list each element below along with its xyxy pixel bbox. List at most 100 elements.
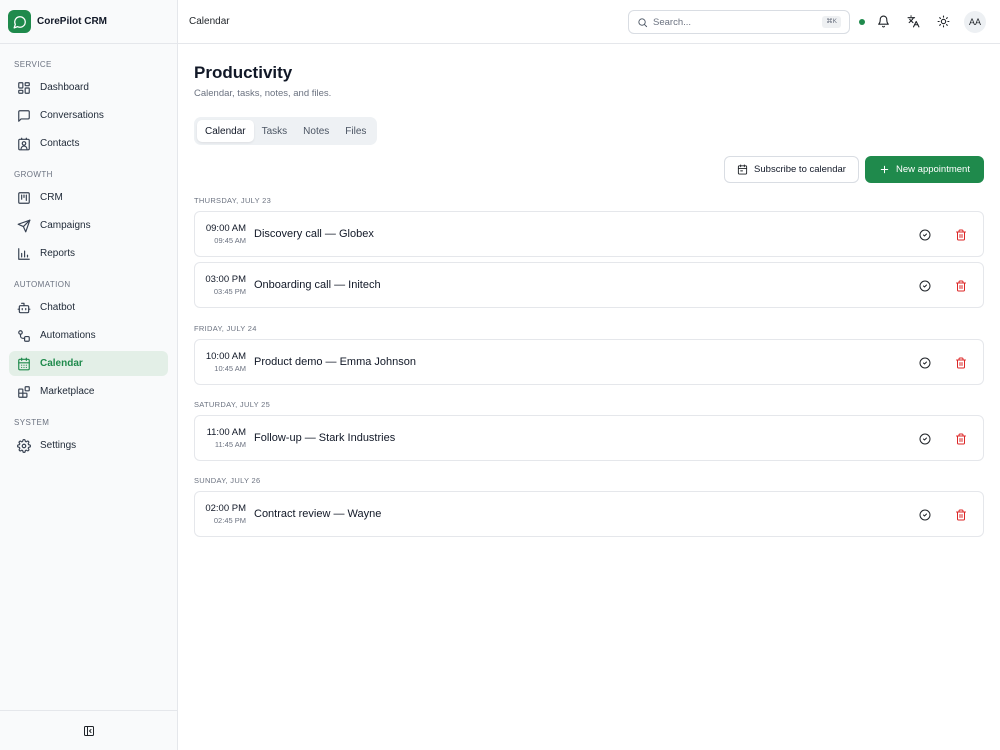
workflow-icon: [18, 329, 30, 342]
sidebar-item-reports[interactable]: Reports: [9, 241, 168, 266]
appointment-row[interactable]: 02:00 PM 02:45 PM Contract review — Wayn…: [194, 491, 984, 537]
sidebar-item-label: Chatbot: [40, 302, 76, 313]
search-shortcut-badge: ⌘K: [822, 16, 841, 28]
tab-calendar[interactable]: Calendar: [197, 120, 254, 142]
app-name: CorePilot CRM: [37, 16, 107, 27]
appointment-end-time: 02:45 PM: [213, 516, 246, 525]
avatar[interactable]: AA: [964, 11, 986, 33]
page-subtitle: Calendar, tasks, notes, and files.: [194, 88, 332, 99]
trash-icon[interactable]: [955, 280, 967, 292]
translate-icon[interactable]: [907, 15, 920, 28]
brand-logo-icon: [8, 10, 31, 33]
subscribe-calendar-button[interactable]: Subscribe to calendar: [724, 156, 859, 183]
appointment-row[interactable]: 03:00 PM 03:45 PM Onboarding call — Init…: [194, 262, 984, 308]
section-label-growth: GROWTH: [14, 170, 53, 179]
section-label-automation: AUTOMATION: [14, 280, 71, 289]
sidebar-item-label: Settings: [40, 440, 77, 451]
sidebar-footer: [0, 710, 178, 750]
sidebar-item-label: Dashboard: [40, 82, 89, 93]
contact-card-icon: [18, 137, 30, 150]
appointment-end-time: 11:45 AM: [214, 440, 246, 449]
sidebar-item-contacts[interactable]: Contacts: [9, 131, 168, 156]
send-icon: [17, 219, 31, 232]
mark-complete-icon[interactable]: [919, 357, 931, 369]
appointment-title: Contract review — Wayne: [254, 508, 382, 520]
sidebar-item-automations[interactable]: Automations: [9, 323, 168, 348]
appointment-row[interactable]: 11:00 AM 11:45 AM Follow-up — Stark Indu…: [194, 415, 984, 461]
tab-tasks[interactable]: Tasks: [254, 120, 296, 142]
trash-icon[interactable]: [955, 433, 967, 445]
trash-icon[interactable]: [955, 229, 967, 241]
day-label: SATURDAY, JULY 25: [194, 400, 271, 409]
sidebar-item-marketplace[interactable]: Marketplace: [9, 379, 168, 404]
appointment-title: Follow-up — Stark Industries: [254, 432, 396, 444]
sidebar-item-dashboard[interactable]: Dashboard: [9, 75, 168, 100]
status-online-indicator: [859, 19, 865, 25]
calendar-icon: [737, 164, 748, 175]
sidebar-item-label: Conversations: [40, 110, 104, 121]
appointment-end-time: 10:45 AM: [214, 364, 246, 373]
mark-complete-icon[interactable]: [919, 433, 931, 445]
search-input[interactable]: [653, 16, 803, 28]
sun-icon[interactable]: [937, 15, 950, 28]
day-label: SUNDAY, JULY 26: [194, 476, 261, 485]
sidebar-item-conversations[interactable]: Conversations: [9, 103, 168, 128]
mark-complete-icon[interactable]: [919, 509, 931, 521]
appointment-time: 03:00 PM 03:45 PM: [204, 274, 246, 296]
subscribe-calendar-label: Subscribe to calendar: [754, 164, 846, 175]
appointment-row[interactable]: 10:00 AM 10:45 AM Product demo — Emma Jo…: [194, 339, 984, 385]
appointment-start-time: 03:00 PM: [205, 274, 246, 285]
sidebar-item-settings[interactable]: Settings: [9, 433, 168, 458]
appointment-start-time: 02:00 PM: [205, 503, 246, 514]
trash-icon[interactable]: [955, 357, 967, 369]
tab-list: Calendar Tasks Notes Files: [194, 117, 378, 145]
trash-icon[interactable]: [955, 509, 967, 521]
bot-icon: [17, 302, 31, 313]
appointment-start-time: 10:00 AM: [205, 351, 246, 362]
breadcrumb: Calendar: [189, 16, 230, 27]
brand[interactable]: CorePilot CRM: [0, 0, 177, 44]
new-appointment-label: New appointment: [896, 164, 970, 175]
sidebar-item-label: Automations: [40, 330, 96, 341]
appointment-title: Onboarding call — Initech: [254, 279, 381, 291]
topbar: Calendar ⌘K AA: [178, 0, 1000, 44]
calendar-icon: [18, 357, 30, 370]
sidebar-item-label: Contacts: [40, 138, 80, 149]
search-box[interactable]: ⌘K: [628, 10, 850, 34]
collapse-sidebar-icon[interactable]: [83, 725, 95, 737]
appointment-title: Product demo — Emma Johnson: [254, 356, 417, 368]
tab-files[interactable]: Files: [337, 120, 374, 142]
appointment-end-time: 03:45 PM: [213, 287, 246, 296]
sidebar-item-calendar[interactable]: Calendar: [9, 351, 168, 376]
appointment-start-time: 09:00 AM: [205, 223, 246, 234]
appointment-row[interactable]: 09:00 AM 09:45 AM Discovery call — Globe…: [194, 211, 984, 257]
section-label-system: SYSTEM: [14, 418, 50, 427]
mark-complete-icon[interactable]: [919, 280, 931, 292]
page-title: Productivity: [194, 63, 293, 82]
gear-icon: [17, 438, 31, 453]
sidebar-item-label: Calendar: [40, 358, 83, 369]
section-label-service: SERVICE: [14, 60, 52, 69]
sidebar: CorePilot CRM SERVICE Dashboard Conversa…: [0, 0, 178, 750]
sidebar-item-campaigns[interactable]: Campaigns: [9, 213, 168, 238]
mark-complete-icon[interactable]: [919, 229, 931, 241]
sidebar-item-label: CRM: [40, 192, 63, 203]
chat-icon: [18, 109, 30, 122]
bar-chart-icon: [18, 247, 30, 260]
bell-icon[interactable]: [877, 15, 890, 28]
sidebar-item-chatbot[interactable]: Chatbot: [9, 295, 168, 320]
appointment-time: 10:00 AM 10:45 AM: [204, 351, 246, 373]
sidebar-item-label: Campaigns: [40, 220, 91, 231]
appointment-time: 09:00 AM 09:45 AM: [204, 223, 246, 245]
sidebar-item-label: Marketplace: [40, 386, 95, 397]
new-appointment-button[interactable]: New appointment: [865, 156, 984, 183]
sidebar-item-crm[interactable]: CRM: [9, 185, 168, 210]
tab-notes[interactable]: Notes: [295, 120, 337, 142]
dashboard-icon: [18, 81, 30, 94]
search-icon: [638, 17, 648, 27]
kanban-icon: [18, 191, 30, 204]
day-label: FRIDAY, JULY 24: [194, 324, 257, 333]
appointment-start-time: 11:00 AM: [206, 427, 246, 438]
appointment-title: Discovery call — Globex: [254, 228, 374, 240]
day-label: THURSDAY, JULY 23: [194, 196, 272, 205]
